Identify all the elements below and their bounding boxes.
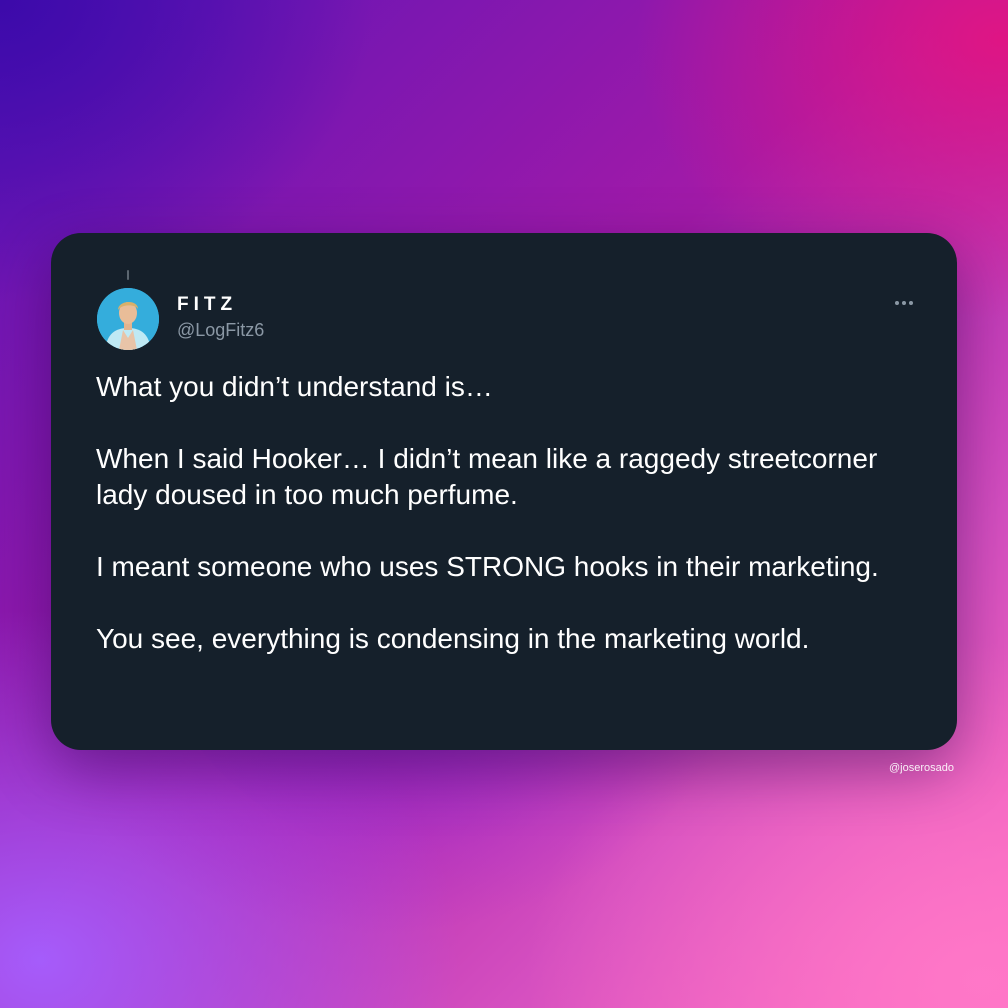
tweet-card: FITZ @LogFitz6 What you didn’t understan… bbox=[51, 233, 957, 750]
dot bbox=[909, 301, 913, 305]
watermark: @joserosado bbox=[889, 762, 954, 774]
user-handle[interactable]: @LogFitz6 bbox=[177, 320, 264, 341]
dot bbox=[902, 301, 906, 305]
tweet-paragraph: You see, everything is condensing in the… bbox=[96, 623, 810, 654]
dot bbox=[895, 301, 899, 305]
ellipsis-horizontal-icon[interactable] bbox=[889, 295, 919, 311]
tweet-paragraph: What you didn’t understand is… bbox=[96, 371, 493, 402]
tweet-paragraph: When I said Hooker… I didn’t mean like a… bbox=[96, 443, 878, 510]
avatar[interactable] bbox=[97, 288, 159, 350]
display-name[interactable]: FITZ bbox=[177, 294, 237, 316]
tweet-paragraph: I meant someone who uses STRONG hooks in… bbox=[96, 551, 879, 582]
tweet-text: What you didn’t understand is… When I sa… bbox=[96, 369, 916, 657]
profile-photo-icon bbox=[97, 288, 159, 350]
thread-line bbox=[127, 270, 129, 280]
